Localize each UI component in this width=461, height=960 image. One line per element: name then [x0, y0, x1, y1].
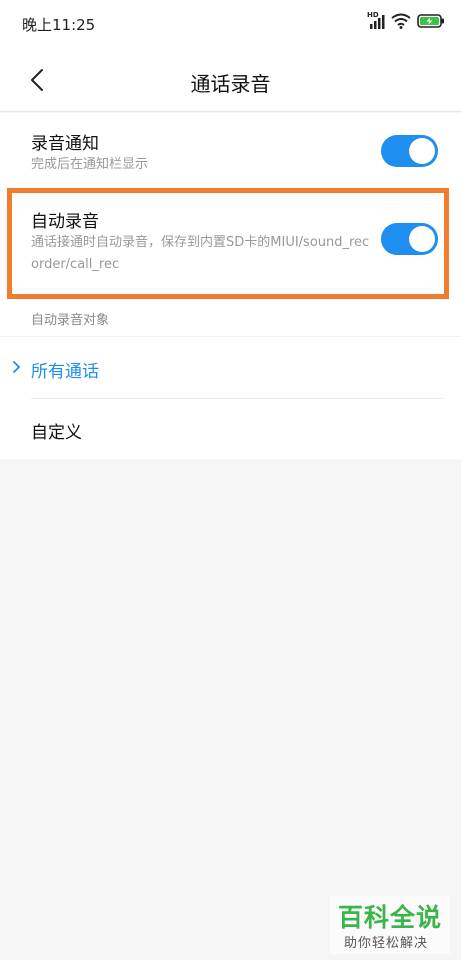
- signal-icon: HD: [367, 11, 385, 29]
- wifi-icon: [391, 13, 411, 29]
- option-all-calls[interactable]: 所有通话: [0, 338, 461, 399]
- page-title: 通话录音: [190, 72, 271, 96]
- highlight-annotation: [7, 188, 449, 299]
- section-label: 自动录音对象: [31, 313, 110, 328]
- status-icons: HD: [367, 11, 445, 29]
- watermark-sub: 助你轻松解决: [344, 936, 429, 951]
- hd-badge: HD: [367, 11, 379, 19]
- chevron-right-icon: [12, 359, 22, 373]
- battery-charging-icon: [417, 13, 445, 29]
- option-label: 所有通话: [31, 362, 99, 382]
- status-time: 晚上11:25: [22, 16, 96, 34]
- toggle-knob: [409, 138, 435, 164]
- recording-notification-toggle[interactable]: [381, 135, 438, 167]
- header-bar: 通话录音: [0, 48, 461, 112]
- option-label: 自定义: [31, 423, 82, 443]
- status-bar: 晚上11:25 HD: [0, 0, 461, 48]
- setting-title: 录音通知: [31, 134, 99, 154]
- setting-subtitle: 完成后在通知栏显示: [31, 157, 149, 172]
- option-custom[interactable]: 自定义: [0, 399, 461, 460]
- watermark-logo: 百科全说 助你轻松解决: [330, 896, 450, 954]
- setting-recording-notification[interactable]: 录音通知 完成后在通知栏显示: [0, 113, 461, 188]
- watermark-main: 百科全说: [338, 903, 443, 932]
- section-header: 自动录音对象: [0, 301, 461, 337]
